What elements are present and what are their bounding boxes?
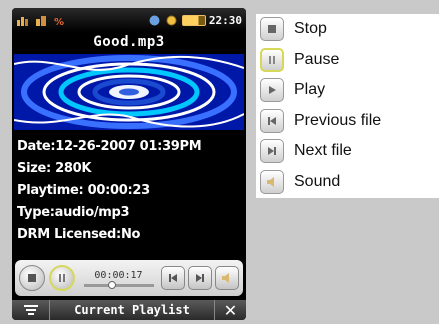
legend-item-previous: Previous file (256, 106, 439, 137)
legend-label: Sound (294, 172, 341, 190)
legend-label: Pause (294, 50, 340, 68)
elapsed-time: 00:00:17 (94, 269, 143, 281)
info-playtime: Playtime: 00:00:23 (17, 183, 150, 198)
next-icon (196, 274, 204, 282)
data-icon: % (54, 17, 64, 26)
legend-label: Next file (294, 142, 352, 160)
pause-icon (59, 274, 65, 282)
info-date: Date:12-26-2007 01:39PM (17, 139, 202, 154)
close-button[interactable]: ✕ (214, 300, 246, 320)
bottom-bar: Current Playlist ✕ (12, 300, 246, 320)
stop-icon (260, 17, 284, 42)
info-type: Type:audio/mp3 (17, 205, 130, 220)
previous-icon (169, 274, 177, 282)
alarm-icon (166, 15, 177, 25)
stop-icon (28, 274, 36, 282)
legend-label: Play (294, 81, 326, 99)
connection-icon (36, 15, 46, 26)
pause-button[interactable] (49, 265, 75, 291)
status-bar: % 22:30 (12, 8, 246, 32)
legend-item-next: Next file (256, 136, 439, 167)
sound-icon (260, 169, 284, 194)
current-playlist-button[interactable]: Current Playlist (50, 303, 214, 317)
next-button[interactable] (188, 266, 212, 290)
playback-controls: 00:00:17 (15, 260, 243, 296)
status-clock: 22:30 (208, 13, 242, 27)
album-art (14, 54, 244, 130)
media-player-screen: % 22:30 Good.mp3 Date:12-26-2007 01:39PM… (12, 8, 246, 320)
legend-label: Previous file (294, 111, 382, 129)
legend-item-pause: Pause (256, 45, 439, 76)
legend-item-stop: Stop (256, 14, 439, 45)
legend-item-sound: Sound (256, 167, 439, 198)
battery-icon (181, 14, 206, 26)
info-size: Size: 280K (17, 161, 92, 176)
signal-icon (17, 16, 28, 26)
file-info: Date:12-26-2007 01:39PM Size: 280K Playt… (17, 136, 245, 246)
previous-button[interactable] (161, 266, 185, 290)
button-legend: Stop Pause Play Previous file Next file … (256, 14, 439, 198)
progress-bar[interactable] (83, 280, 154, 289)
menu-icon (23, 305, 38, 315)
menu-button[interactable] (12, 300, 50, 320)
legend-label: Stop (294, 20, 327, 38)
stop-button[interactable] (19, 265, 45, 291)
bluetooth-icon (149, 15, 160, 25)
info-drm: DRM Licensed:No (17, 227, 141, 242)
progress-knob[interactable] (107, 280, 116, 289)
svg-text:%: % (54, 17, 64, 26)
play-icon (260, 78, 284, 103)
progress-area: 00:00:17 (83, 269, 154, 289)
next-icon (260, 139, 284, 164)
sound-button[interactable] (215, 266, 239, 290)
pause-icon (260, 47, 284, 72)
sound-icon (222, 273, 229, 283)
previous-icon (260, 108, 284, 133)
track-title: Good.mp3 (93, 34, 165, 50)
legend-item-play: Play (256, 75, 439, 106)
